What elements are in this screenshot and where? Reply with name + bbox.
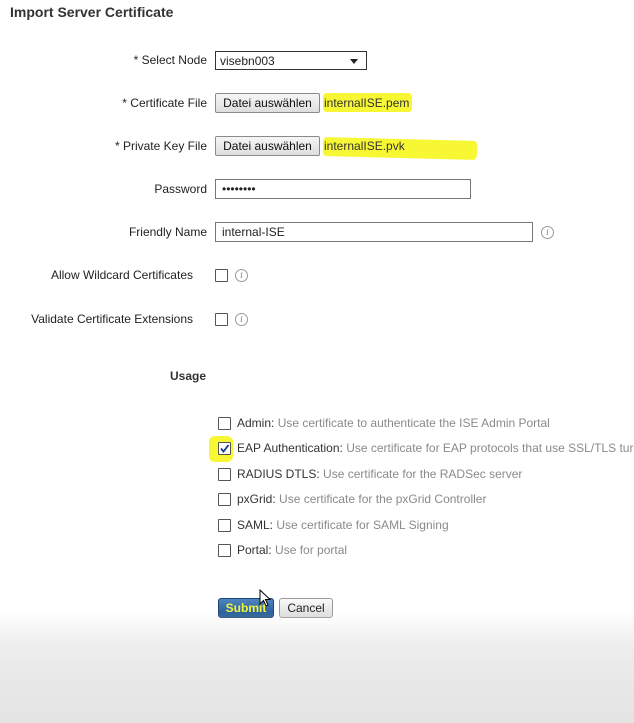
usage-eap-checkbox[interactable] (218, 442, 231, 455)
usage-portal-desc: Use for portal (275, 543, 348, 557)
info-icon[interactable]: i (235, 313, 248, 326)
select-node-value: visebn003 (220, 54, 275, 68)
usage-radius-checkbox[interactable] (218, 468, 231, 481)
usage-radius-name: RADIUS DTLS: (237, 467, 320, 481)
private-key-file-label: * Private Key File (114, 139, 207, 153)
usage-admin-desc: Use certificate to authenticate the ISE … (277, 416, 550, 430)
usage-eap-desc: Use certificate for EAP protocols that u… (346, 441, 634, 455)
private-key-file-name: internalISE.pvk (324, 139, 405, 153)
private-key-file-button[interactable]: Datei auswählen (215, 136, 320, 156)
select-node-label: * Select Node (133, 53, 207, 67)
usage-portal-checkbox[interactable] (218, 544, 231, 557)
usage-pxgrid-desc: Use certificate for the pxGrid Controlle… (279, 492, 487, 506)
usage-portal-name: Portal: (237, 543, 272, 557)
password-field[interactable]: •••••••• (215, 179, 471, 199)
validate-extensions-checkbox[interactable] (215, 313, 228, 326)
usage-saml-name: SAML: (237, 518, 274, 532)
usage-pxgrid-name: pxGrid: (237, 492, 276, 506)
page-title: Import Server Certificate (10, 4, 174, 20)
allow-wildcard-checkbox[interactable] (215, 269, 228, 282)
certificate-file-label: * Certificate File (122, 96, 207, 110)
certificate-file-name: internalISE.pem (324, 96, 410, 110)
checkmark-icon (220, 444, 230, 453)
usage-heading: Usage (170, 369, 207, 383)
usage-admin-name: Admin: (237, 416, 275, 430)
usage-saml-checkbox[interactable] (218, 519, 231, 532)
allow-wildcard-label: Allow Wildcard Certificates (50, 268, 193, 282)
usage-radius-desc: Use certificate for the RADSec server (323, 467, 523, 481)
chevron-down-icon (350, 59, 358, 64)
friendly-name-field[interactable]: internal-ISE (215, 222, 533, 242)
certificate-file-button[interactable]: Datei auswählen (215, 93, 320, 113)
usage-pxgrid-checkbox[interactable] (218, 493, 231, 506)
password-label: Password (154, 182, 207, 196)
select-node-dropdown[interactable]: visebn003 (215, 51, 367, 70)
info-icon[interactable]: i (541, 226, 554, 239)
usage-eap-name: EAP Authentication: (237, 441, 343, 455)
info-icon[interactable]: i (235, 269, 248, 282)
validate-extensions-label: Validate Certificate Extensions (31, 312, 193, 326)
usage-saml-desc: Use certificate for SAML Signing (276, 518, 449, 532)
mouse-cursor-icon (259, 589, 272, 607)
friendly-name-label: Friendly Name (128, 225, 207, 239)
usage-admin-checkbox[interactable] (218, 417, 231, 430)
bottom-fade-overlay (0, 612, 634, 723)
